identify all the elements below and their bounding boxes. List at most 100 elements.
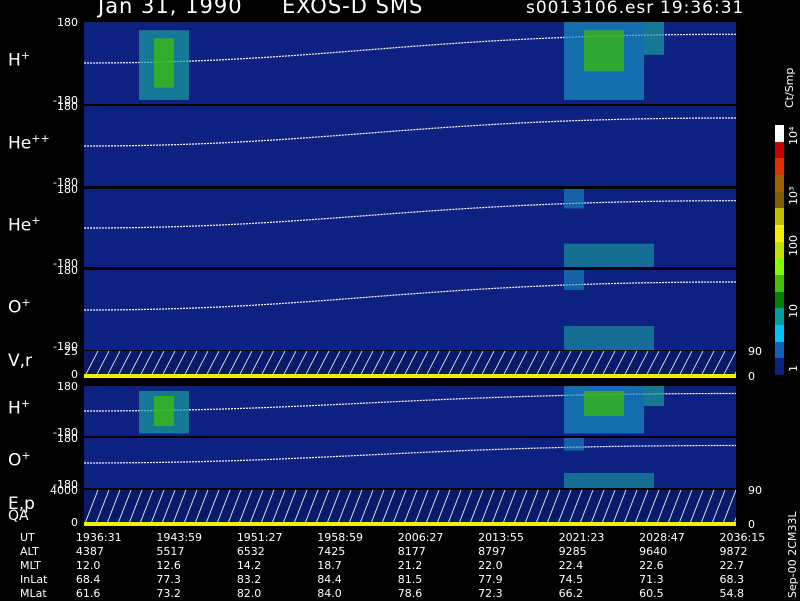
trace-line xyxy=(391,490,407,526)
colorbar-segment xyxy=(775,241,784,259)
y-tick-bottom: 0 xyxy=(71,516,78,529)
trace-line xyxy=(721,490,736,526)
ephemeris-value: 8177 xyxy=(397,545,426,558)
trace-line xyxy=(446,351,462,378)
trace-line xyxy=(479,351,495,378)
trace-line xyxy=(402,490,418,526)
flux-patch xyxy=(564,473,654,488)
ephemeris-value: 1943:59 xyxy=(156,531,203,544)
qa-bar xyxy=(84,374,736,378)
trace-line xyxy=(622,490,638,526)
trace-line xyxy=(193,490,209,526)
trace-line xyxy=(226,490,242,526)
trace-line xyxy=(204,351,220,378)
ephemeris-value: 14.2 xyxy=(236,559,262,572)
colorbar-label-10: 10 xyxy=(787,304,800,318)
trace-line xyxy=(512,490,528,526)
trace-line xyxy=(600,351,616,378)
trace-line xyxy=(358,490,374,526)
trace-line xyxy=(479,490,495,526)
trace-line xyxy=(424,490,440,526)
flux-patch xyxy=(564,270,584,290)
ephemeris-value: 66.2 xyxy=(558,587,584,600)
ephemeris-value: 2006:27 xyxy=(397,531,444,544)
trace-line xyxy=(468,490,484,526)
y-tick-top: 25 xyxy=(64,345,78,358)
ephemeris-value: 5517 xyxy=(156,545,185,558)
trace-line xyxy=(567,351,583,378)
colorbar-label-10e4: 10⁴ xyxy=(787,126,800,145)
panel-4 xyxy=(84,351,736,378)
trace-line xyxy=(105,351,121,378)
ephemeris-value: 83.2 xyxy=(236,573,262,586)
panel-5 xyxy=(84,386,736,436)
trace-line xyxy=(402,351,418,378)
trace-line xyxy=(644,490,660,526)
trace-line xyxy=(413,490,429,526)
trace-line xyxy=(523,490,539,526)
panel-label-2: He+ xyxy=(8,214,41,236)
panel-label-0: H+ xyxy=(8,49,31,71)
trace-line xyxy=(248,351,264,378)
panel-label-6: O+ xyxy=(8,449,31,471)
ephemeris-value: 84.4 xyxy=(317,573,342,586)
footer-caption: Sep-00 2CM33L xyxy=(786,511,799,599)
trace-line xyxy=(369,351,385,378)
trace-line xyxy=(446,490,462,526)
ephemeris-value: 2028:47 xyxy=(639,531,685,544)
trace-line xyxy=(149,490,165,526)
pitch-angle-curve xyxy=(84,444,736,464)
trace-line xyxy=(303,351,319,378)
qa-bar xyxy=(84,522,736,526)
pitch-angle-curve xyxy=(84,200,736,229)
trace-line xyxy=(677,351,693,378)
trace-line xyxy=(699,351,715,378)
ephemeris-row-label: ALT xyxy=(20,545,39,558)
ephemeris-value: 21.2 xyxy=(397,559,423,572)
ephemeris-value: 1958:59 xyxy=(317,531,363,544)
trace-line xyxy=(380,490,396,526)
trace-line xyxy=(171,351,187,378)
trace-line xyxy=(523,351,539,378)
ephemeris-value: 8797 xyxy=(478,545,507,558)
panel-label-3: O+ xyxy=(8,296,31,318)
panel-3 xyxy=(84,270,736,350)
trace-line xyxy=(259,490,275,526)
trace-line xyxy=(292,490,308,526)
colorbar-segment xyxy=(775,158,784,175)
trace-line xyxy=(204,490,220,526)
ephemeris-value: 84.0 xyxy=(317,587,342,600)
ephemeris-value: 22.4 xyxy=(558,559,584,572)
trace-line xyxy=(171,490,187,526)
ephemeris-row: ALT 4387 5517 6532 7425 8177 8797 9285 9640 9872 xyxy=(0,545,800,559)
flux-patch xyxy=(584,391,624,416)
y-tick-top: 180 xyxy=(57,380,78,393)
ephemeris-value: 77.3 xyxy=(156,573,181,586)
trace-line xyxy=(237,490,253,526)
flux-patch xyxy=(644,22,664,55)
colorbar-units: Ct/Smp xyxy=(783,67,796,108)
ephemeris-value: 18.7 xyxy=(317,559,342,572)
trace-line xyxy=(105,490,121,526)
ephemeris-row: InLat 68.4 77.3 83.2 84.4 81.5 77.9 74.5 71.3 68.… xyxy=(0,573,800,587)
trace-line xyxy=(303,490,319,526)
ephemeris-value: 71.3 xyxy=(639,573,664,586)
flux-patch xyxy=(584,30,624,72)
y-tick-top: 180 xyxy=(57,432,78,445)
ephemeris-value: 81.5 xyxy=(397,573,423,586)
ephemeris-value: 22.6 xyxy=(639,559,664,572)
pitch-angle-curve xyxy=(84,117,736,147)
trace-line xyxy=(94,490,110,526)
trace-line xyxy=(721,351,736,378)
colorbar-segment xyxy=(775,141,784,159)
ephemeris-value: 4387 xyxy=(75,545,104,558)
trace-line xyxy=(556,351,572,378)
colorbar-segment xyxy=(775,224,784,242)
y-tick-top: 180 xyxy=(57,264,78,277)
trace-line xyxy=(677,490,693,526)
panel-label2-7: QA xyxy=(8,508,29,524)
ephemeris-row-label: MLT xyxy=(20,559,41,572)
right-tick-bottom: 0 xyxy=(748,518,755,531)
trace-line xyxy=(545,490,561,526)
flux-patch xyxy=(564,326,654,350)
